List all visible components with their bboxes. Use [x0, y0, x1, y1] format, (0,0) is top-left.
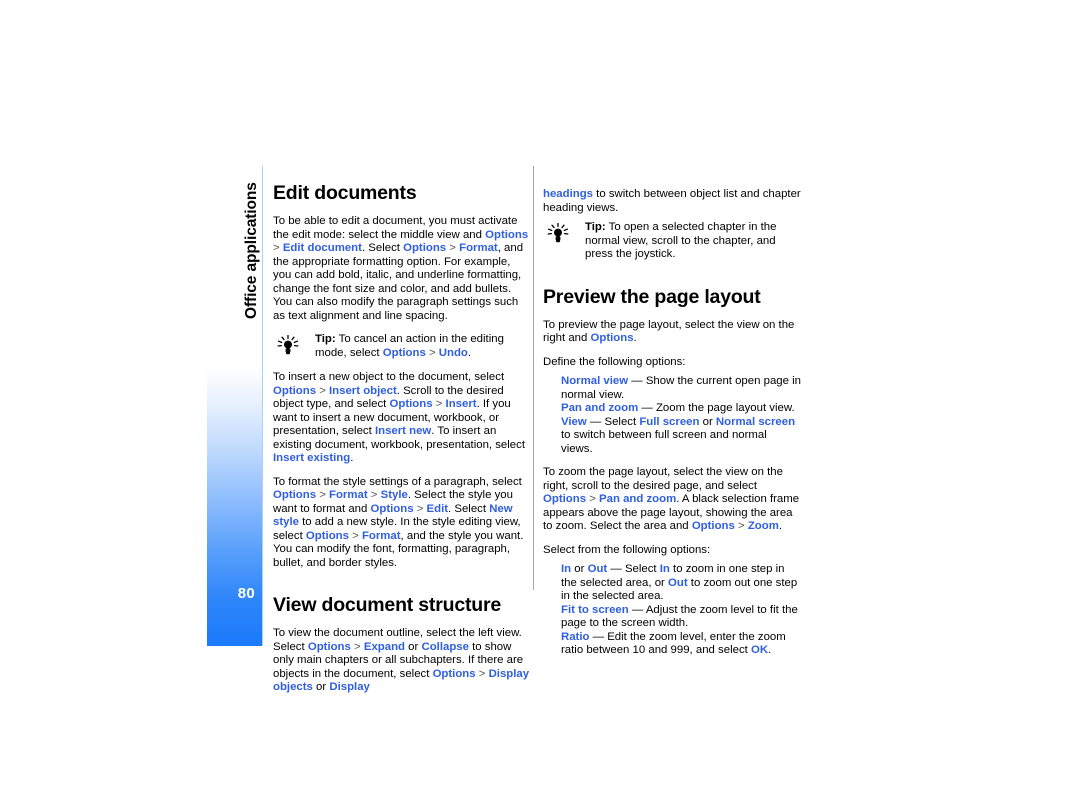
menu-reference: Options [590, 332, 634, 344]
menu-separator: > [316, 384, 330, 397]
lightbulb-icon [275, 334, 301, 358]
menu-separator: > [425, 346, 439, 359]
menu-reference: Normal view [561, 375, 629, 387]
menu-reference: Full screen [639, 415, 700, 428]
option-entry: Ratio — Edit the zoom level, enter the z… [561, 630, 786, 657]
menu-reference: Fit to screen [561, 603, 629, 616]
menu-reference: Format [459, 242, 498, 254]
menu-reference: Ratio [561, 630, 590, 643]
menu-reference: Edit document [282, 242, 362, 254]
menu-separator: > [734, 520, 748, 532]
menu-reference: Pan and zoom [561, 402, 639, 414]
menu-reference: Insert existing [273, 452, 351, 464]
menu-reference: Display objects [273, 667, 530, 694]
option-entry: In or Out — Select In to zoom in one ste… [561, 563, 798, 602]
menu-reference: Options [403, 242, 447, 254]
menu-reference: Options [305, 529, 349, 542]
menu-separator: > [413, 502, 427, 515]
menu-separator: > [350, 640, 364, 653]
menu-reference: Edit [426, 502, 449, 515]
menu-separator: > [446, 242, 460, 254]
chapter-title: Office applications [243, 182, 260, 319]
menu-separator: > [348, 529, 362, 542]
paragraph-define-options: Define the following options: [543, 355, 686, 368]
menu-reference: Insert new [374, 425, 432, 437]
menu-separator: > [273, 242, 283, 254]
lightbulb-icon [545, 222, 571, 246]
menu-reference: Format [329, 489, 368, 501]
menu-reference: Style [380, 489, 408, 501]
heading-edit-documents: Edit documents [273, 182, 417, 204]
paragraph-select-options: Select from the following options: [543, 543, 711, 556]
menu-separator: > [316, 489, 330, 501]
menu-reference: Format [361, 529, 401, 542]
menu-reference: Display [329, 681, 370, 693]
menu-reference: Options [273, 384, 317, 397]
menu-reference: Options [307, 640, 351, 653]
menu-reference: View [561, 415, 587, 428]
tip-open-chapter: Tip: To open a selected chapter in the n… [543, 221, 801, 262]
paragraph-insert-object: To insert a new object to the document, … [273, 371, 525, 464]
menu-reference: Options [273, 489, 317, 501]
heading-view-document-structure: View document structure [273, 594, 502, 616]
menu-reference: Expand [363, 640, 405, 653]
menu-reference: Collapse [421, 640, 469, 653]
menu-reference: Options [485, 228, 529, 241]
menu-reference: Options [382, 346, 426, 359]
left-column-rule [262, 166, 264, 646]
menu-reference: Zoom [747, 520, 779, 532]
menu-reference: Options [691, 520, 735, 532]
menu-reference: Out [587, 563, 608, 575]
options-list-zoom: In or Out — Select In to zoom in one ste… [543, 563, 801, 658]
menu-reference: Insert object [329, 384, 397, 397]
right-column: headings to switch between object list a… [543, 188, 801, 668]
menu-reference: In [659, 563, 670, 575]
menu-reference: Undo [438, 346, 468, 359]
menu-reference: Options [370, 502, 414, 515]
menu-reference: headings [543, 188, 594, 200]
menu-separator: > [432, 398, 446, 410]
option-entry: Normal view — Show the current open page… [561, 375, 801, 401]
paragraph-document-outline: To view the document outline, select the… [273, 627, 530, 694]
left-column: Edit documents To be able to edit a docu… [273, 182, 531, 705]
menu-reference: Options [389, 398, 433, 410]
paragraph-edit-mode: To be able to edit a document, you must … [273, 215, 529, 322]
tip-text: Tip: To open a selected chapter in the n… [585, 221, 777, 260]
menu-reference: Pan and zoom [599, 493, 677, 505]
menu-reference: Insert [445, 398, 477, 410]
menu-reference: OK [750, 644, 769, 656]
paragraph-style-settings: To format the style settings of a paragr… [273, 475, 524, 569]
heading-preview-page-layout: Preview the page layout [543, 285, 761, 308]
tip-text: Tip: To cancel an action in the editing … [315, 333, 504, 359]
tip-label: Tip: [315, 333, 336, 345]
menu-reference: Options [432, 667, 476, 680]
menu-reference: Out [668, 576, 688, 589]
menu-separator: > [367, 489, 381, 501]
middle-column-rule [533, 166, 534, 590]
paragraph-preview-intro: To preview the page layout, select the v… [543, 318, 795, 345]
menu-reference: Options [543, 493, 587, 505]
paragraph-zoom-instructions: To zoom the page layout, select the view… [543, 466, 800, 532]
tip-label: Tip: [585, 221, 606, 233]
options-list-view: Normal view — Show the current open page… [543, 375, 801, 456]
paragraph-headings-continuation: headings to switch between object list a… [543, 188, 801, 214]
option-entry: View — Select Full screen or Normal scre… [561, 415, 796, 455]
option-entry: Fit to screen — Adjust the zoom level to… [561, 603, 798, 630]
tip-undo: Tip: To cancel an action in the editing … [273, 333, 531, 361]
menu-reference: Normal screen [715, 415, 796, 428]
menu-reference: In [561, 563, 572, 575]
menu-separator: > [475, 667, 489, 680]
menu-separator: > [586, 493, 600, 505]
option-entry: Pan and zoom — Zoom the page layout view… [561, 402, 795, 414]
manual-page: 80 Office applications Edit documents To… [0, 0, 1080, 810]
page-number: 80 [237, 585, 255, 602]
